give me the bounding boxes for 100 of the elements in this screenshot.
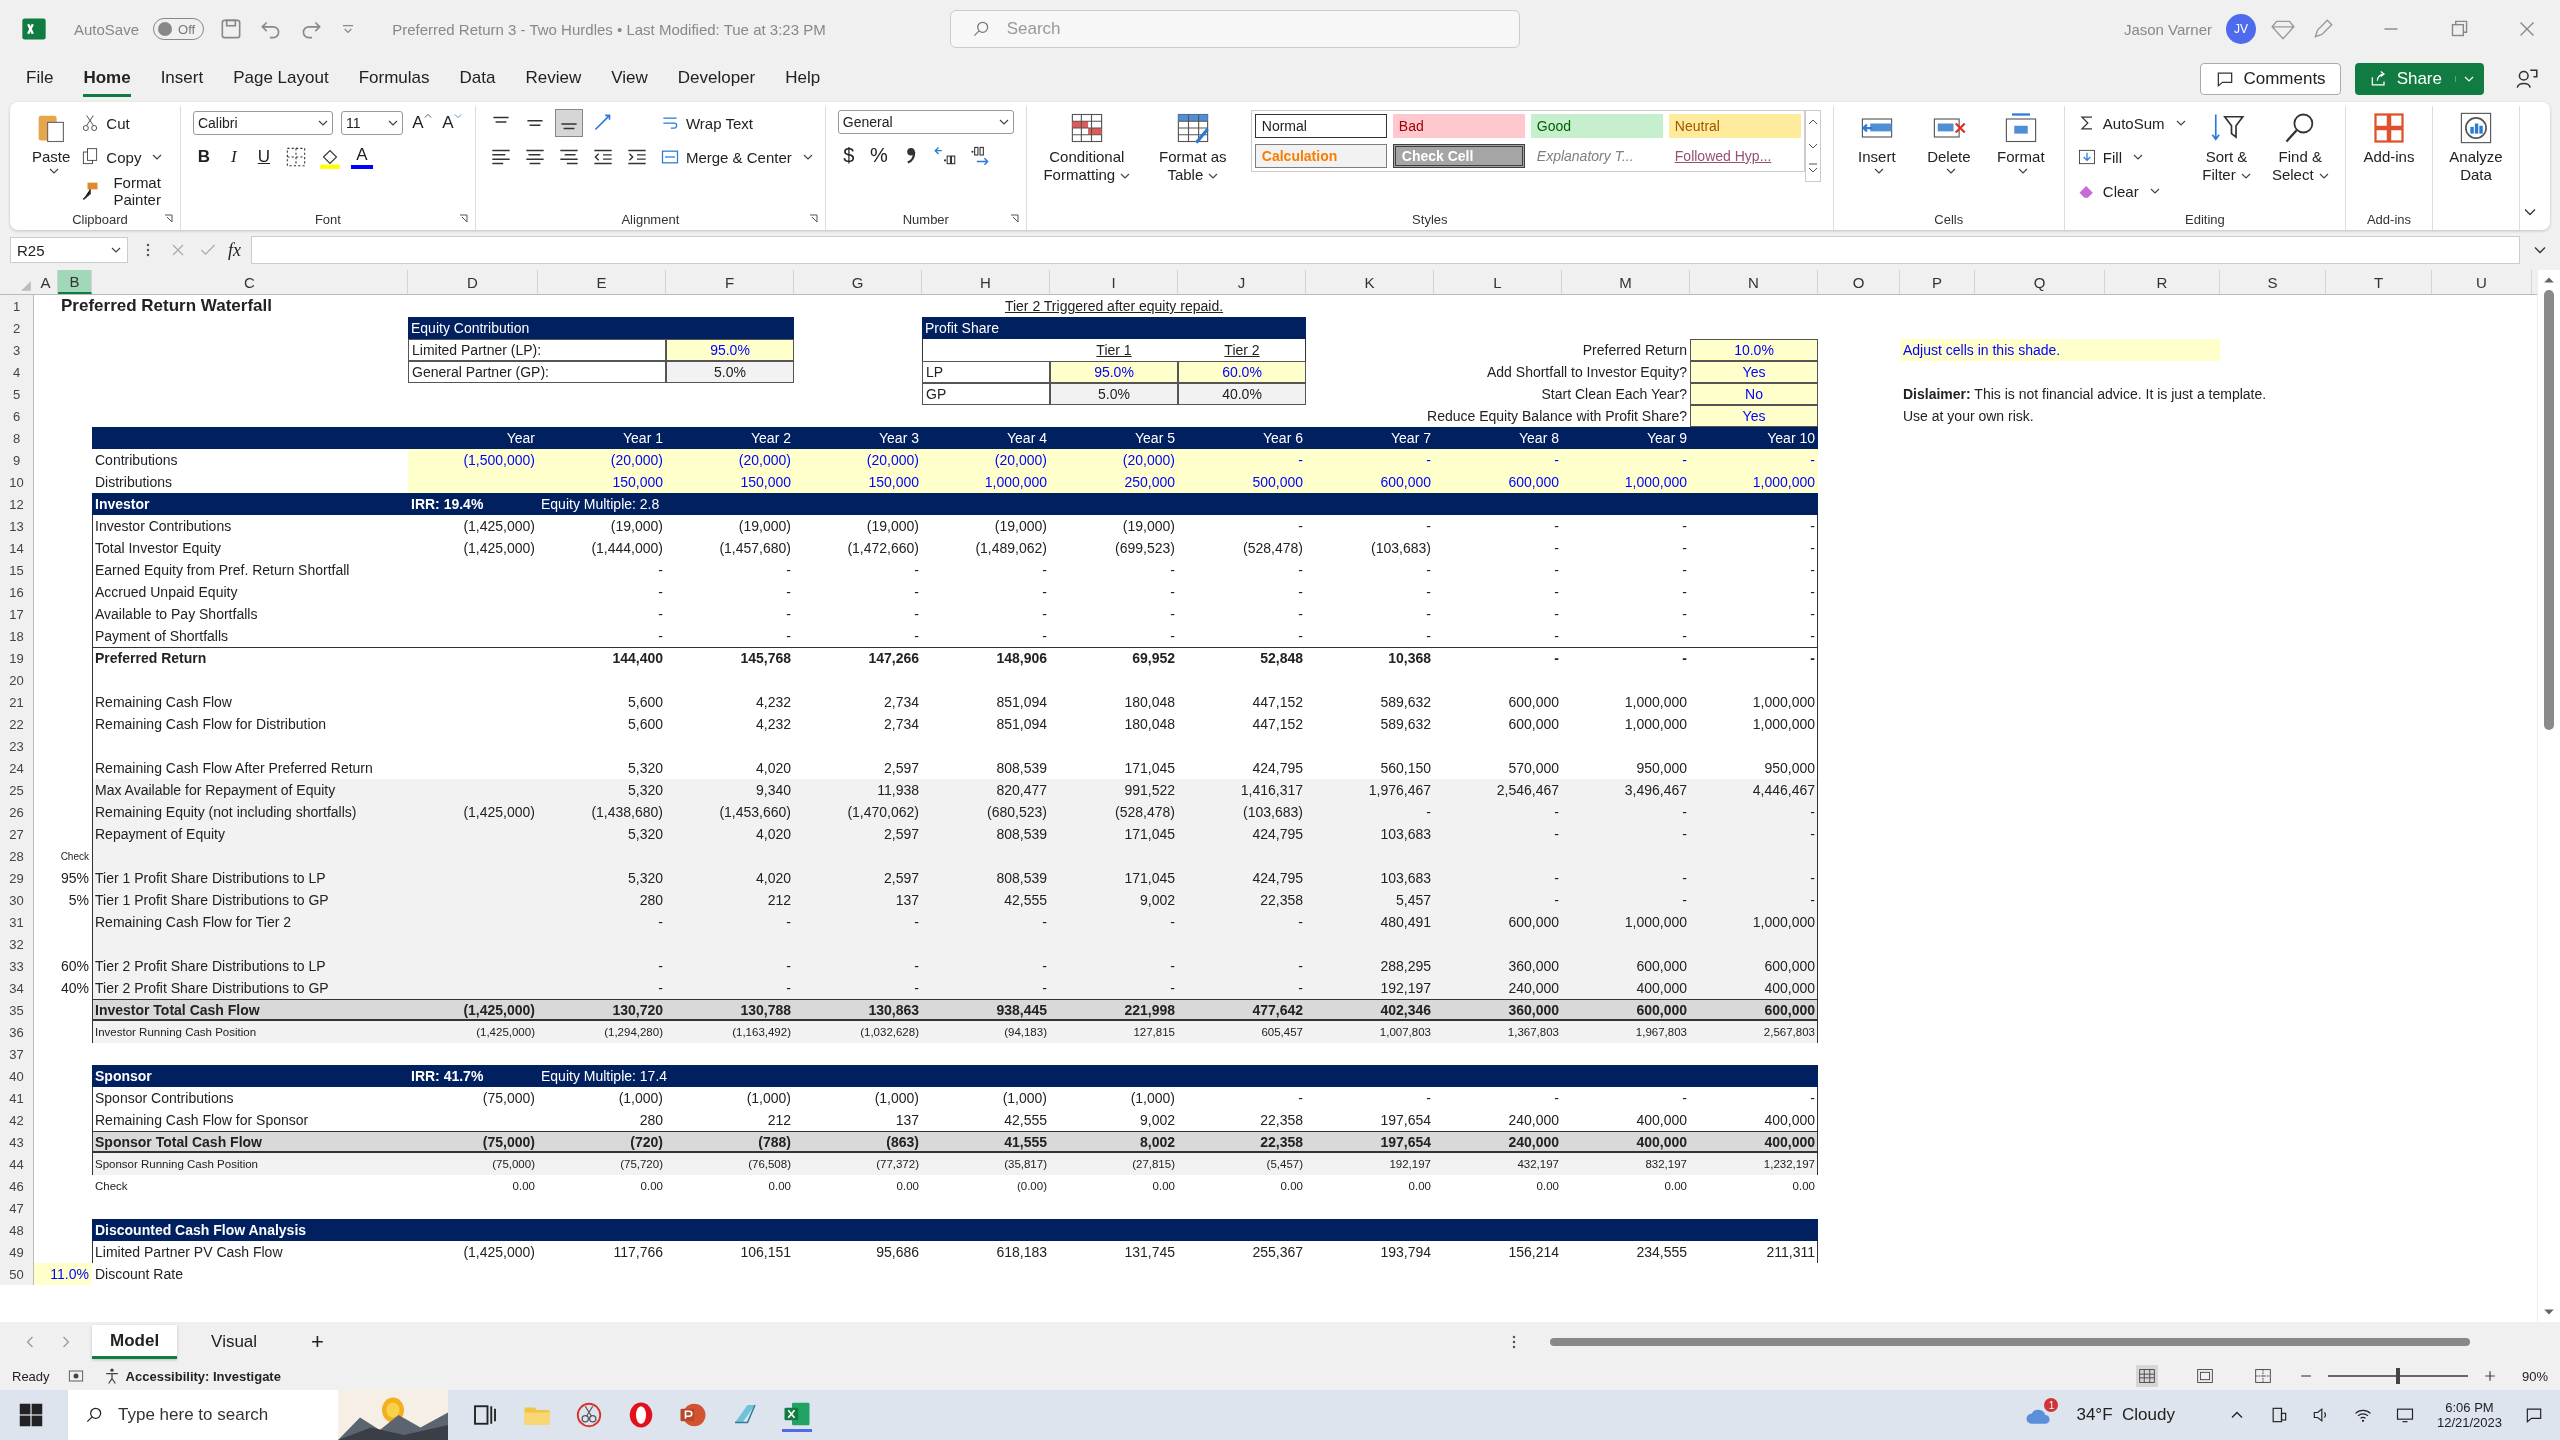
row-number[interactable]: 32 [0, 933, 34, 955]
column-header[interactable]: N [1690, 270, 1818, 294]
font-color-button[interactable]: A [350, 145, 373, 169]
paste-button[interactable]: Paste [32, 110, 71, 174]
format-button[interactable]: Format [1989, 110, 2052, 174]
row-number[interactable]: 24 [0, 757, 34, 779]
row-number[interactable]: 49 [0, 1241, 34, 1263]
row-number[interactable]: 9 [0, 449, 34, 471]
column-header[interactable]: S [2220, 270, 2326, 294]
search-bar[interactable]: Search [949, 10, 1520, 48]
cell-style[interactable]: Explanatory T... [1530, 144, 1663, 168]
row-number[interactable]: 21 [0, 691, 34, 713]
column-header[interactable]: O [1818, 270, 1900, 294]
row-number[interactable]: 30 [0, 889, 34, 911]
column-header[interactable]: U [2432, 270, 2532, 294]
ribbon-tab[interactable]: Developer [677, 61, 756, 97]
row-number[interactable]: 10 [0, 471, 34, 493]
zoom-level[interactable]: 90% [2521, 1368, 2548, 1384]
dialog-launcher-icon[interactable] [163, 214, 174, 224]
column-header[interactable]: K [1306, 270, 1434, 294]
autosum-button[interactable]: AutoSum [2076, 110, 2186, 136]
row-number[interactable]: 35 [0, 999, 34, 1021]
clear-button[interactable]: Clear [2076, 178, 2186, 204]
zoom-in-icon[interactable] [2483, 1370, 2496, 1382]
format-as-table-button[interactable]: Format as Table [1144, 110, 1241, 184]
ribbon-tab[interactable]: Home [83, 61, 131, 97]
row-number[interactable]: 12 [0, 493, 34, 515]
row-number[interactable]: 37 [0, 1043, 34, 1065]
row-number[interactable]: 19 [0, 647, 34, 669]
row-number[interactable]: 29 [0, 867, 34, 889]
row-number[interactable]: 15 [0, 559, 34, 581]
weather-text[interactable]: 34°F Cloudy [2076, 1405, 2175, 1425]
column-header[interactable]: Q [1975, 270, 2105, 294]
cut-button[interactable]: Cut [80, 110, 168, 136]
copy-button[interactable]: Copy [80, 144, 168, 170]
row-number[interactable]: 44 [0, 1153, 34, 1175]
sheet-tab[interactable]: Model [92, 1325, 178, 1359]
row-number[interactable]: 3 [0, 339, 34, 361]
row-number[interactable]: 34 [0, 977, 34, 999]
taskbar-search-bar[interactable]: Type here to search [68, 1390, 448, 1440]
row-number[interactable]: 20 [0, 669, 34, 691]
column-header[interactable]: R [2105, 270, 2220, 294]
row-number[interactable]: 26 [0, 801, 34, 823]
column-header[interactable]: J [1178, 270, 1306, 294]
column-header[interactable]: D [408, 270, 538, 294]
insert-function-button[interactable]: fx [228, 239, 241, 261]
row-number[interactable]: 41 [0, 1087, 34, 1109]
column-header[interactable]: B [58, 270, 92, 294]
column-header[interactable]: C [92, 270, 408, 294]
row-number[interactable]: 33 [0, 955, 34, 977]
font-family-dropdown[interactable]: Calibri [192, 111, 333, 135]
ribbon-tab[interactable]: View [611, 61, 648, 97]
row-number[interactable]: 22 [0, 713, 34, 735]
add-ins-button[interactable]: Add-ins [2358, 110, 2420, 166]
row-number[interactable]: 13 [0, 515, 34, 537]
setting-value[interactable]: Yes [1690, 361, 1818, 383]
add-sheet-button[interactable]: + [311, 1329, 324, 1355]
ribbon-tab[interactable]: File [26, 61, 54, 97]
dialog-launcher-icon[interactable] [808, 214, 819, 224]
row-number[interactable]: 42 [0, 1109, 34, 1131]
ribbon-tab[interactable]: Insert [160, 61, 204, 97]
italic-button[interactable]: I [222, 144, 245, 170]
bold-button[interactable]: B [192, 144, 215, 170]
row-number[interactable]: 36 [0, 1021, 34, 1043]
ribbon-tab[interactable]: Review [525, 61, 582, 97]
setting-value[interactable]: No [1690, 383, 1818, 405]
formula-input[interactable] [251, 236, 2520, 264]
column-header[interactable]: G [794, 270, 922, 294]
column-header[interactable]: H [922, 270, 1050, 294]
row-number[interactable]: 27 [0, 823, 34, 845]
comments-button[interactable]: Comments [2200, 63, 2341, 95]
percent-button[interactable]: % [867, 142, 890, 168]
format-painter-button[interactable]: Format Painter [80, 178, 168, 204]
setting-value[interactable]: Yes [1690, 405, 1818, 427]
clock-date[interactable]: 12/21/2023 [2436, 1415, 2502, 1430]
zoom-slider[interactable] [2395, 1368, 2400, 1384]
column-header[interactable]: F [666, 270, 794, 294]
row-number[interactable]: 5 [0, 383, 34, 405]
column-header[interactable]: P [1900, 270, 1975, 294]
row-number[interactable]: 48 [0, 1219, 34, 1241]
cell-style[interactable]: Good [1530, 114, 1663, 138]
row-number[interactable]: 46 [0, 1175, 34, 1197]
cell-style[interactable]: Followed Hyp... [1668, 144, 1801, 168]
delete-button[interactable]: Delete [1917, 110, 1980, 174]
column-header[interactable]: I [1050, 270, 1178, 294]
clock-time[interactable]: 6:06 PM [2445, 1400, 2494, 1415]
merge-center-button[interactable]: Merge & Center [659, 144, 813, 170]
search-field[interactable]: Type here to search [116, 1404, 326, 1426]
row-number[interactable]: 25 [0, 779, 34, 801]
shrink-font-button[interactable]: A [440, 110, 463, 136]
accessibility-button[interactable]: Accessibility: Investigate [101, 1366, 281, 1386]
row-number[interactable]: 50 [0, 1263, 34, 1285]
row-number[interactable]: 40 [0, 1065, 34, 1087]
ribbon-tab[interactable]: Data [459, 61, 496, 97]
row-number[interactable]: 28 [0, 845, 34, 867]
setting-value[interactable]: 10.0% [1690, 339, 1818, 361]
row-number[interactable]: 2 [0, 317, 34, 339]
row-number[interactable]: 4 [0, 361, 34, 383]
row-number[interactable]: 31 [0, 911, 34, 933]
input-cell[interactable]: 11.0% [34, 1263, 92, 1285]
